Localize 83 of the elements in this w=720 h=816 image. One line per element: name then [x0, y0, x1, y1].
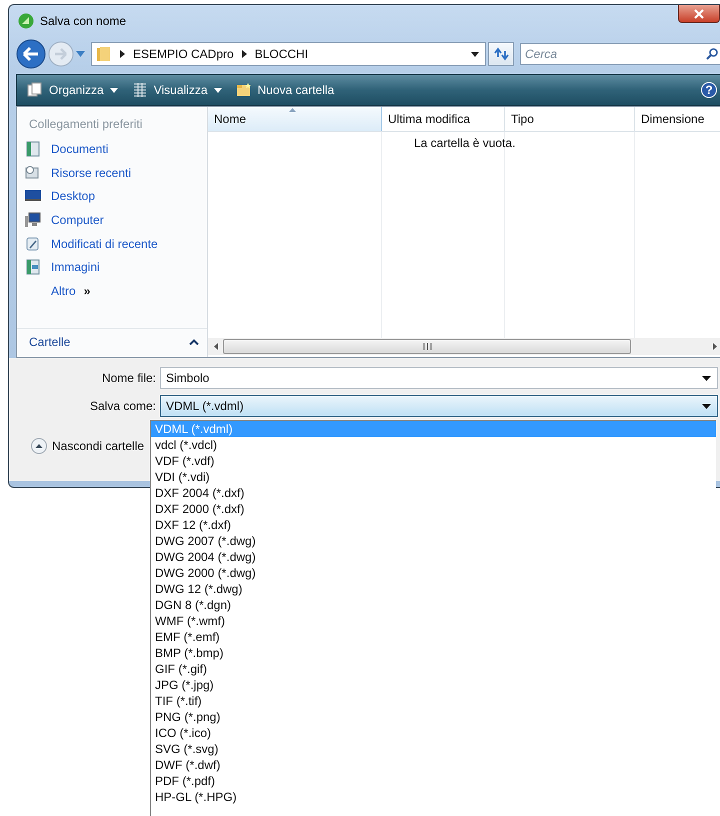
- sidebar-item[interactable]: Modificati di recente: [17, 232, 207, 256]
- collapse-icon: [31, 438, 47, 454]
- column-header[interactable]: Nome: [208, 107, 382, 131]
- list-view-icon: [132, 82, 148, 98]
- file-type-dropdown[interactable]: VDML (*.vdml): [160, 395, 718, 417]
- field-label: Nome file:: [100, 371, 157, 385]
- chevron-icon: [120, 50, 125, 58]
- recent-icon: [25, 164, 41, 181]
- help-button[interactable]: ?: [701, 82, 717, 98]
- pages-icon: [27, 82, 43, 98]
- list-option[interactable]: ICO (*.ico): [151, 725, 716, 741]
- folder-icon: [96, 46, 112, 62]
- field-label: Salva come:: [88, 399, 157, 413]
- back-icon[interactable]: [16, 39, 46, 69]
- chevrons-icon: »: [84, 284, 90, 298]
- file-name-field[interactable]: Simbolo: [160, 367, 718, 389]
- list-option[interactable]: HP-GL (*.HPG): [151, 789, 716, 805]
- sidebar-item[interactable]: Risorse recenti: [17, 160, 207, 184]
- column-header[interactable]: Tipo: [505, 107, 635, 131]
- toolbar-button[interactable]: Nuova cartella: [232, 80, 338, 100]
- column-header[interactable]: Dimensione: [635, 107, 720, 131]
- column-header[interactable]: Ultima modifica: [382, 107, 505, 131]
- close-icon: [694, 8, 704, 18]
- list-option[interactable]: VDI (*.vdi): [151, 469, 716, 485]
- list-option[interactable]: vdcl (*.vdcl): [151, 437, 716, 453]
- list-option[interactable]: DXF 12 (*.dxf): [151, 517, 716, 533]
- horizontal-scrollbar[interactable]: [208, 338, 720, 355]
- dropdown-icon[interactable]: [76, 51, 85, 57]
- list-option[interactable]: JPG (*.jpg): [151, 677, 716, 693]
- search-field[interactable]: Cerca: [520, 43, 720, 65]
- caret-icon: [110, 88, 118, 92]
- list-option[interactable]: EMF (*.emf): [151, 629, 716, 645]
- list-option[interactable]: DWG 2004 (*.dwg): [151, 549, 716, 565]
- search-icon: [706, 48, 718, 60]
- list-option[interactable]: DGN 8 (*.dgn): [151, 597, 716, 613]
- folders-button[interactable]: Cartelle: [17, 328, 207, 355]
- sidebar-item[interactable]: Altro »: [17, 279, 207, 303]
- toolbar-button[interactable]: Organizza: [23, 80, 122, 100]
- list-option[interactable]: DWG 2000 (*.dwg): [151, 565, 716, 581]
- sidebar-item[interactable]: Immagini: [17, 255, 207, 280]
- list-option[interactable]: DXF 2004 (*.dxf): [151, 485, 716, 501]
- list-option[interactable]: PDF (*.pdf): [151, 773, 716, 789]
- section-heading: Collegamenti preferiti: [28, 117, 144, 131]
- list-option[interactable]: DWF (*.dwf): [151, 757, 716, 773]
- computer-icon: [25, 212, 41, 228]
- dropdown-icon: [471, 52, 479, 56]
- close-button[interactable]: [678, 5, 720, 23]
- grip-icon: [422, 343, 432, 350]
- app-icon: [18, 12, 34, 28]
- sidebar-item[interactable]: Computer: [17, 208, 207, 232]
- address-bar[interactable]: ESEMPIO CADpro BLOCCHI: [91, 42, 486, 66]
- scroll-left-icon: [214, 343, 218, 350]
- sidebar-item[interactable]: Desktop: [17, 184, 207, 208]
- window-title: Salva con nome: [40, 14, 126, 28]
- folders-label: Cartelle: [29, 335, 70, 349]
- sort-arrow-icon: [289, 108, 296, 112]
- dropdown-icon: [702, 404, 711, 408]
- documents-icon: [25, 140, 41, 157]
- list-option[interactable]: BMP (*.bmp): [151, 645, 716, 661]
- refresh-button[interactable]: [488, 42, 514, 66]
- scroll-right-icon: [713, 343, 717, 350]
- caret-icon: [214, 88, 222, 92]
- toolbar-button[interactable]: Visualizza: [128, 80, 226, 100]
- dropdown-icon: [702, 376, 711, 380]
- list-option[interactable]: VDF (*.vdf): [151, 453, 716, 469]
- list-option[interactable]: WMF (*.wmf): [151, 613, 716, 629]
- list-option[interactable]: DXF 2000 (*.dxf): [151, 501, 716, 517]
- hide-folders-button[interactable]: Nascondi cartelle: [23, 438, 144, 454]
- list-option[interactable]: DWG 12 (*.dwg): [151, 581, 716, 597]
- breadcrumb[interactable]: ESEMPIO CADpro: [133, 47, 234, 61]
- list-option[interactable]: GIF (*.gif): [151, 661, 716, 677]
- list-option[interactable]: DWG 2007 (*.dwg): [151, 533, 716, 549]
- caret-up-icon: [189, 339, 199, 345]
- chevron-icon: [242, 50, 247, 58]
- list-option[interactable]: PNG (*.png): [151, 709, 716, 725]
- breadcrumb[interactable]: BLOCCHI: [254, 47, 308, 61]
- new-folder-icon: [236, 82, 252, 98]
- sidebar-item[interactable]: Documenti: [17, 137, 207, 161]
- list-option[interactable]: SVG (*.svg): [151, 741, 716, 757]
- list-option[interactable]: TIF (*.tif): [151, 693, 716, 709]
- refresh-icon: [493, 47, 509, 61]
- empty-folder-message: La cartella è vuota.: [414, 136, 516, 150]
- pictures-icon: [25, 259, 41, 276]
